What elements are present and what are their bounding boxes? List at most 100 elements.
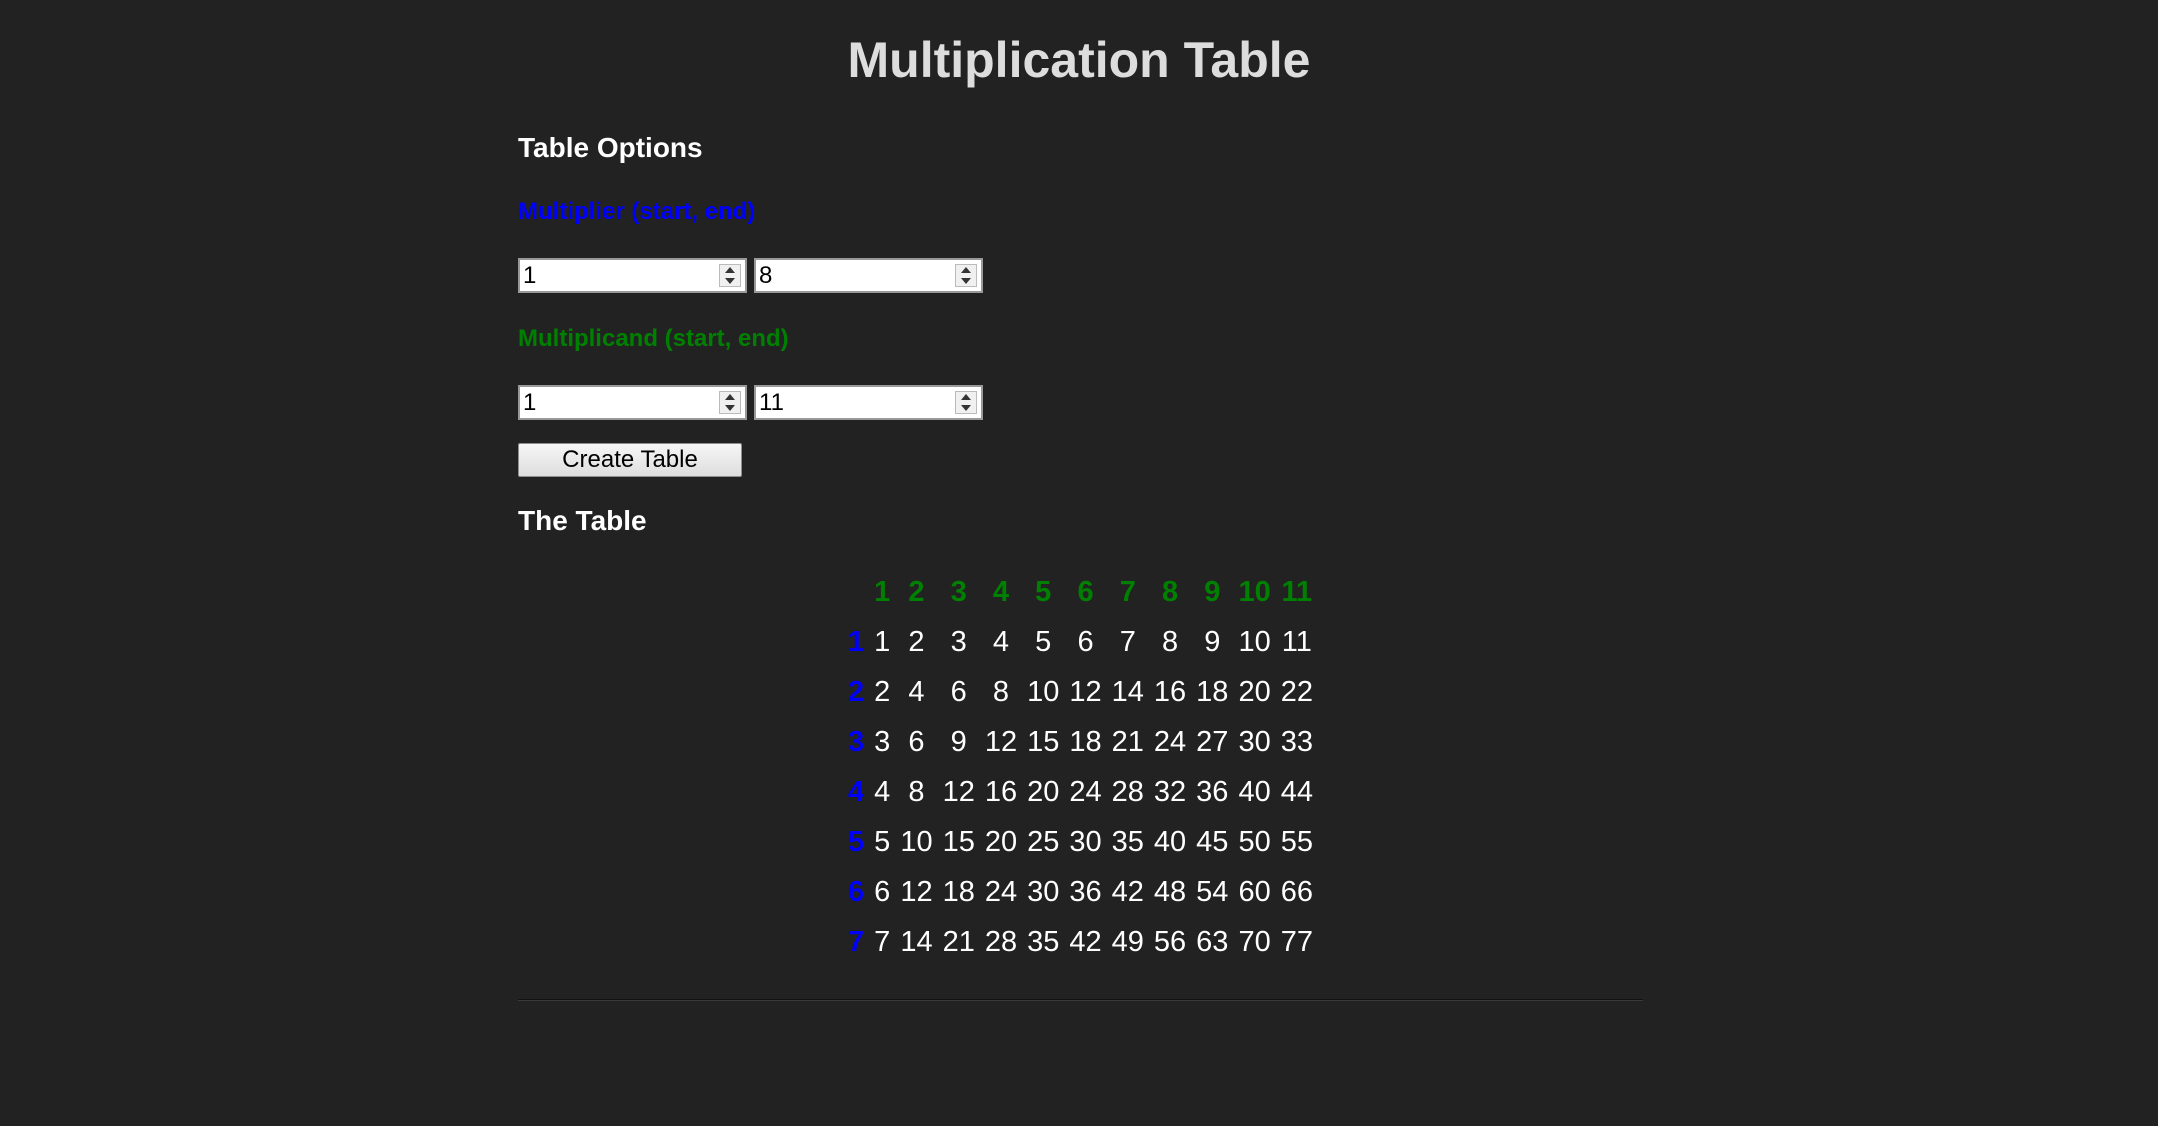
spin-down-button[interactable]	[956, 403, 976, 414]
table-cell: 42	[1069, 925, 1102, 958]
table-cell: 12	[942, 775, 975, 808]
table-cell: 6	[1077, 625, 1094, 658]
multiplicand-label: Multiplicand (start, end)	[518, 325, 789, 352]
spin-up-button[interactable]	[956, 392, 976, 403]
column-header: 7	[1119, 575, 1136, 608]
table-cell: 16	[984, 775, 1018, 808]
multiplicand-start-input[interactable]: 1	[518, 385, 747, 420]
table-cell: 24	[1153, 725, 1187, 758]
table-cell: 30	[1027, 875, 1060, 908]
table-cell: 5	[874, 825, 891, 858]
column-header: 4	[992, 575, 1010, 608]
table-header-row: 1 2 3 4 5 6 7 8 9 10 11	[843, 567, 1318, 617]
multiplicand-end-spinner[interactable]	[955, 391, 977, 414]
table-cell: 24	[984, 875, 1018, 908]
table-cell: 32	[1153, 775, 1187, 808]
table-cell: 21	[1111, 725, 1144, 758]
table-cell: 18	[1196, 675, 1229, 708]
table-cell: 14	[1111, 675, 1144, 708]
table-cell: 21	[942, 925, 975, 958]
multiplier-label: Multiplier (start, end)	[518, 198, 756, 225]
table-cell: 2	[908, 625, 925, 658]
row-header: 6	[848, 875, 865, 908]
table-cell: 16	[1153, 675, 1187, 708]
spin-down-button[interactable]	[720, 403, 740, 414]
multiplier-end-value: 8	[759, 262, 773, 289]
table-cell: 35	[1027, 925, 1060, 958]
row-header: 2	[848, 675, 865, 708]
spin-up-button[interactable]	[720, 265, 740, 276]
table-cell: 12	[1069, 675, 1102, 708]
row-header: 4	[848, 775, 865, 808]
spin-up-button[interactable]	[720, 392, 740, 403]
multiplication-table: 1 2 3 4 5 6 7 8 9 10 11 1 1 2 3 4 5 6 7 8 9 10 11 2 2 4 6 8 10 12 14 1…	[843, 567, 1318, 967]
table-row: 7 7 14 21 28 35 42 49 56 63 70 77	[843, 917, 1318, 967]
table-cell: 9	[950, 725, 967, 758]
table-cell: 25	[1027, 825, 1060, 858]
table-cell: 18	[942, 875, 975, 908]
table-cell: 10	[1027, 675, 1060, 708]
table-cell: 36	[1196, 775, 1229, 808]
column-header: 11	[1281, 575, 1313, 608]
spin-down-button[interactable]	[720, 276, 740, 287]
table-cell: 44	[1280, 775, 1313, 808]
column-header: 10	[1238, 575, 1271, 608]
table-cell: 40	[1238, 775, 1271, 808]
table-cell: 20	[984, 825, 1018, 858]
multiplier-start-input[interactable]: 1	[518, 258, 747, 293]
multiplicand-start-spinner[interactable]	[719, 391, 741, 414]
table-row: 3 3 6 9 12 15 18 21 24 27 30 33	[843, 717, 1318, 767]
chevron-up-icon	[725, 267, 735, 274]
row-header: 1	[848, 625, 865, 658]
column-header: 1	[874, 575, 891, 608]
table-cell: 55	[1280, 825, 1313, 858]
spin-down-button[interactable]	[956, 276, 976, 287]
chevron-up-icon	[725, 394, 735, 401]
table-cell: 6	[908, 725, 925, 758]
table-cell: 45	[1196, 825, 1229, 858]
table-cell: 48	[1153, 875, 1187, 908]
table-cell: 63	[1196, 925, 1229, 958]
table-cell: 56	[1153, 925, 1187, 958]
table-cell: 12	[900, 875, 933, 908]
table-cell: 15	[942, 825, 975, 858]
table-body: 1 1 2 3 4 5 6 7 8 9 10 11 2 2 4 6 8 10 12 14 16 18 20 22 3 3 6 9 12 1…	[843, 617, 1318, 967]
table-cell: 9	[1204, 625, 1221, 658]
table-cell: 8	[908, 775, 925, 808]
table-row: 4 4 8 12 16 20 24 28 32 36 40 44	[843, 767, 1318, 817]
column-header: 3	[950, 575, 967, 608]
table-cell: 3	[950, 625, 967, 658]
table-cell: 10	[1238, 625, 1271, 658]
column-header: 9	[1204, 575, 1221, 608]
table-options-heading: Table Options	[518, 132, 703, 163]
table-cell: 54	[1196, 875, 1229, 908]
table-cell: 10	[900, 825, 933, 858]
chevron-down-icon	[961, 404, 971, 411]
table-cell: 30	[1238, 725, 1271, 758]
chevron-down-icon	[725, 277, 735, 284]
spin-up-button[interactable]	[956, 265, 976, 276]
table-cell: 22	[1280, 675, 1313, 708]
multiplier-end-input[interactable]: 8	[754, 258, 983, 293]
table-cell: 30	[1069, 825, 1102, 858]
chevron-down-icon	[725, 404, 735, 411]
table-cell: 7	[874, 925, 891, 958]
multiplicand-end-value: 11	[759, 389, 784, 416]
table-cell: 24	[1069, 775, 1102, 808]
table-cell: 20	[1238, 675, 1271, 708]
multiplicand-end-input[interactable]: 11	[754, 385, 983, 420]
table-cell: 66	[1280, 875, 1313, 908]
table-cell: 1	[874, 625, 891, 658]
column-header: 8	[1161, 575, 1179, 608]
table-cell: 40	[1153, 825, 1187, 858]
row-header: 5	[848, 825, 865, 858]
multiplier-start-spinner[interactable]	[719, 264, 741, 287]
multiplier-end-spinner[interactable]	[955, 264, 977, 287]
table-cell: 60	[1238, 875, 1271, 908]
multiplicand-start-value: 1	[523, 389, 537, 416]
page: Multiplication Table Table Options Multi…	[0, 0, 2158, 1126]
table-cell: 6	[874, 875, 891, 908]
table-cell: 8	[992, 675, 1010, 708]
table-cell: 6	[950, 675, 967, 708]
create-table-button[interactable]: Create Table	[518, 443, 742, 477]
